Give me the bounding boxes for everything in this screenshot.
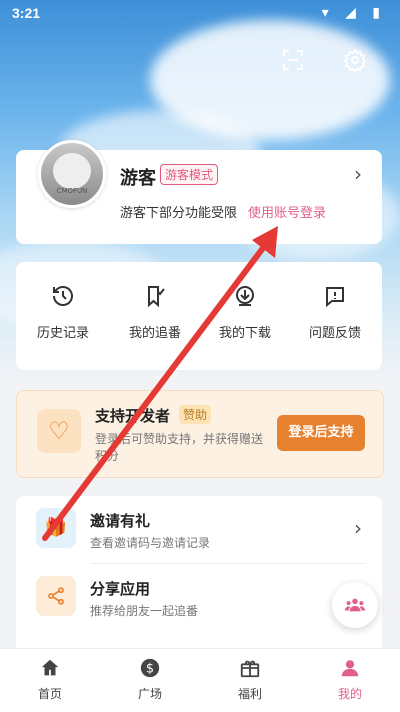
history-icon [18, 284, 108, 314]
group-fab-button[interactable] [332, 582, 378, 628]
guest-limit-text: 游客下部分功能受限 [120, 206, 238, 221]
dollar-icon: $ [100, 657, 200, 681]
avatar-face [53, 153, 91, 189]
tab-label: 我的 [337, 687, 362, 701]
status-time: 3:21 [12, 5, 41, 21]
tab-home[interactable]: 首页 [0, 657, 100, 702]
hand-heart-icon: ♡ [37, 409, 81, 453]
tab-label: 福利 [237, 687, 262, 701]
list-item-invite[interactable]: 🎁 邀请有礼 查看邀请码与邀请记录 › [16, 496, 382, 564]
quick-history[interactable]: 历史记录 [18, 284, 108, 341]
quick-feedback[interactable]: 问题反馈 [290, 284, 380, 341]
support-desc: 登录后可赞助支持，并获得赠送积分 [95, 432, 264, 463]
login-link[interactable]: 使用账号登录 [248, 202, 326, 221]
scan-icon[interactable] [278, 48, 308, 78]
list-item-title: 分享应用 [90, 580, 151, 598]
feedback-icon [290, 284, 380, 314]
bottom-tab-bar: 首页 $ 广场 福利 我的 [0, 648, 400, 712]
gift-box-icon [200, 657, 300, 681]
status-bar: 3:21 ▾ ◢ ▮ [0, 0, 400, 28]
support-title: 支持开发者 [95, 407, 171, 425]
tab-label: 广场 [137, 687, 162, 701]
list-item-share[interactable]: 分享应用 推荐给朋友一起追番 [16, 564, 382, 632]
quick-downloads[interactable]: 我的下载 [200, 284, 290, 341]
tab-square[interactable]: $ 广场 [100, 657, 200, 702]
home-icon [0, 657, 100, 681]
chevron-right-icon[interactable]: › [354, 162, 362, 186]
list-item-title: 邀请有礼 [90, 512, 151, 530]
person-icon [300, 657, 400, 681]
quick-downloads-label: 我的下载 [218, 326, 271, 341]
avatar[interactable]: CMOFUN [38, 140, 106, 208]
list-item-subtitle: 推荐给朋友一起追番 [90, 604, 199, 618]
profile-card[interactable]: CMOFUN 游客 游客模式 游客下部分功能受限 使用账号登录 › [16, 140, 382, 244]
svg-text:$: $ [146, 662, 154, 677]
bookmark-icon [110, 284, 200, 314]
quick-feedback-label: 问题反馈 [308, 326, 361, 341]
guest-mode-badge: 游客模式 [160, 164, 219, 185]
sponsor-badge: 赞助 [179, 405, 212, 424]
quick-following[interactable]: 我的追番 [110, 284, 200, 341]
chevron-right-icon: › [354, 516, 362, 540]
tab-label: 首页 [37, 687, 62, 701]
share-icon [36, 576, 76, 616]
gear-icon[interactable] [340, 48, 370, 78]
tab-mine[interactable]: 我的 [300, 657, 400, 702]
support-card: ♡ 支持开发者 赞助 登录后可赞助支持，并获得赠送积分 登录后支持 [16, 390, 384, 478]
quick-following-label: 我的追番 [128, 326, 181, 341]
download-icon [200, 284, 290, 314]
avatar-tag: CMOFUN [56, 187, 88, 195]
tab-welfare[interactable]: 福利 [200, 657, 300, 702]
list-item-subtitle: 查看邀请码与邀请记录 [90, 536, 211, 550]
quick-history-label: 历史记录 [36, 326, 89, 341]
username: 游客 [120, 168, 156, 189]
quick-actions-card: 历史记录 我的追番 我的下载 问题反馈 [16, 262, 382, 370]
login-to-support-button[interactable]: 登录后支持 [277, 415, 365, 451]
status-icons: ▾ ◢ ▮ [321, 5, 386, 21]
gift-icon: 🎁 [36, 508, 76, 548]
